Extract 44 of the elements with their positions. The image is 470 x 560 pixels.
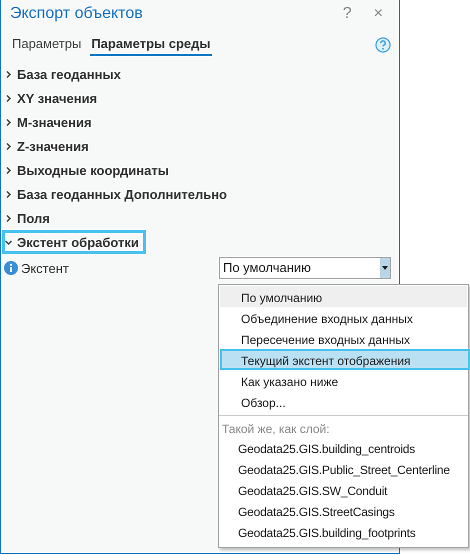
section-header[interactable]: Поля xyxy=(2,206,57,230)
tab[interactable]: Параметры xyxy=(11,34,82,56)
section-label: Z-значения xyxy=(17,138,89,154)
section-label: XY значения xyxy=(17,90,98,106)
layer-option[interactable]: Geodata25.GIS.Public_Street_Centerline xyxy=(219,460,468,481)
dropdown-option[interactable]: Пересечение входных данных xyxy=(220,328,467,349)
chevron-right-icon xyxy=(5,142,12,150)
caret-icon xyxy=(382,266,388,270)
section-header[interactable]: XY значения xyxy=(2,86,104,110)
group-label: Такой же, как слой: xyxy=(221,421,331,438)
section-header[interactable]: Экстент обработки xyxy=(2,230,146,254)
chevron-down-icon xyxy=(5,238,12,246)
section-header[interactable]: Выходные координаты xyxy=(2,158,176,182)
chevron-right-icon xyxy=(5,214,12,222)
section-label: База геоданных xyxy=(17,66,121,82)
dropdown-option[interactable]: Объединение входных данных xyxy=(220,307,467,328)
tab[interactable]: Параметры среды xyxy=(90,34,212,56)
chevron-right-icon xyxy=(5,70,12,78)
chevron-right-icon xyxy=(5,94,12,102)
help-icon[interactable] xyxy=(375,37,391,53)
dropdown-option[interactable]: По умолчанию xyxy=(220,286,467,307)
section-header[interactable]: База геоданных Дополнительно xyxy=(2,182,234,206)
window-title: Экспорт объектов xyxy=(10,5,144,23)
dropdown-option[interactable]: Текущий экстент отображения xyxy=(220,349,470,370)
chevron-right-icon xyxy=(5,190,12,198)
info-icon xyxy=(4,261,18,275)
section-label: Экстент обработки xyxy=(17,234,139,250)
layer-option[interactable]: Geodata25.GIS.building_footprints xyxy=(219,523,468,544)
section-header[interactable]: M-значения xyxy=(2,110,99,134)
layer-option[interactable]: Geodata25.GIS.building_centroids xyxy=(219,439,468,460)
field-label: Экстент xyxy=(21,260,70,276)
extent-dropdown[interactable]: По умолчанию xyxy=(219,257,391,279)
section-label: Выходные координаты xyxy=(17,162,169,178)
section-label: База геоданных Дополнительно xyxy=(17,186,227,202)
section-label: M-значения xyxy=(17,114,92,130)
section-label: Поля xyxy=(17,210,50,226)
chevron-right-icon xyxy=(5,166,12,174)
section-header[interactable]: Z-значения xyxy=(2,134,96,158)
section-header[interactable]: База геоданных xyxy=(2,62,128,86)
chevron-right-icon xyxy=(5,118,12,126)
layer-option[interactable]: Geodata25.GIS.SW_Conduit xyxy=(219,481,468,502)
layer-option[interactable]: Geodata25.GIS.StreetCasings xyxy=(219,502,468,523)
dropdown-option[interactable]: Обзор... xyxy=(220,391,467,412)
dropdown-option[interactable]: Как указано ниже xyxy=(220,370,467,391)
